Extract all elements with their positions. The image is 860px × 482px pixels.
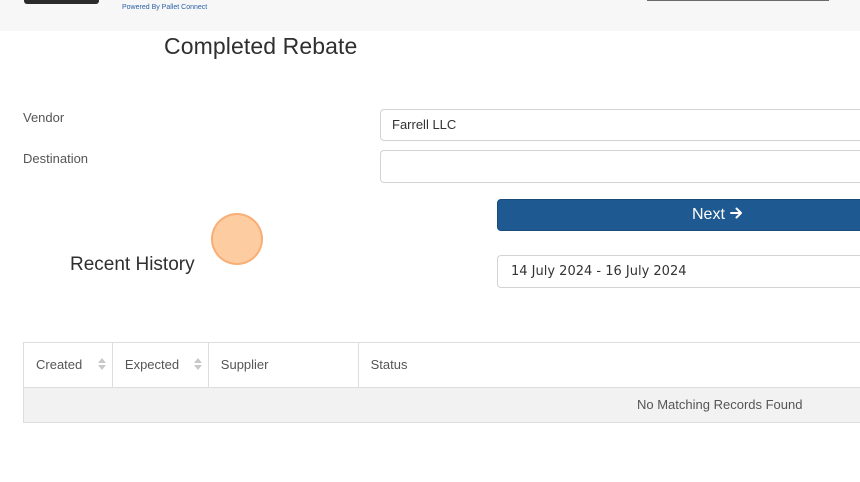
powered-by-text: Powered By Pallet Connect: [122, 4, 208, 11]
destination-label: Destination: [23, 151, 89, 166]
column-header-created[interactable]: Created: [24, 343, 113, 387]
click-indicator: [211, 213, 263, 265]
table-header: Created Expected Supplier Status: [24, 343, 860, 388]
page-title: Completed Rebate: [164, 33, 358, 59]
next-button-label: Next: [692, 206, 725, 223]
sort-icon: [97, 358, 106, 372]
sort-icon: [193, 358, 202, 372]
date-range-picker[interactable]: 14 July 2024 - 16 July 2024: [497, 255, 860, 288]
top-bar: Powered By Pallet Connect: [0, 0, 860, 31]
destination-field[interactable]: [380, 150, 860, 183]
next-button[interactable]: Next: [497, 199, 860, 231]
top-search-input[interactable]: [647, 0, 829, 1]
recent-history-title: Recent History: [70, 254, 195, 275]
column-header-status[interactable]: Status: [359, 343, 860, 387]
empty-table-message: No Matching Records Found: [24, 388, 860, 422]
history-table: Created Expected Supplier Status No Matc…: [23, 342, 860, 423]
column-header-supplier[interactable]: Supplier: [209, 343, 359, 387]
vendor-field[interactable]: Farrell LLC: [380, 109, 860, 141]
logo[interactable]: [24, 0, 99, 4]
column-header-expected[interactable]: Expected: [113, 343, 209, 387]
arrow-right-icon: [729, 206, 743, 224]
vendor-label: Vendor: [23, 110, 65, 125]
